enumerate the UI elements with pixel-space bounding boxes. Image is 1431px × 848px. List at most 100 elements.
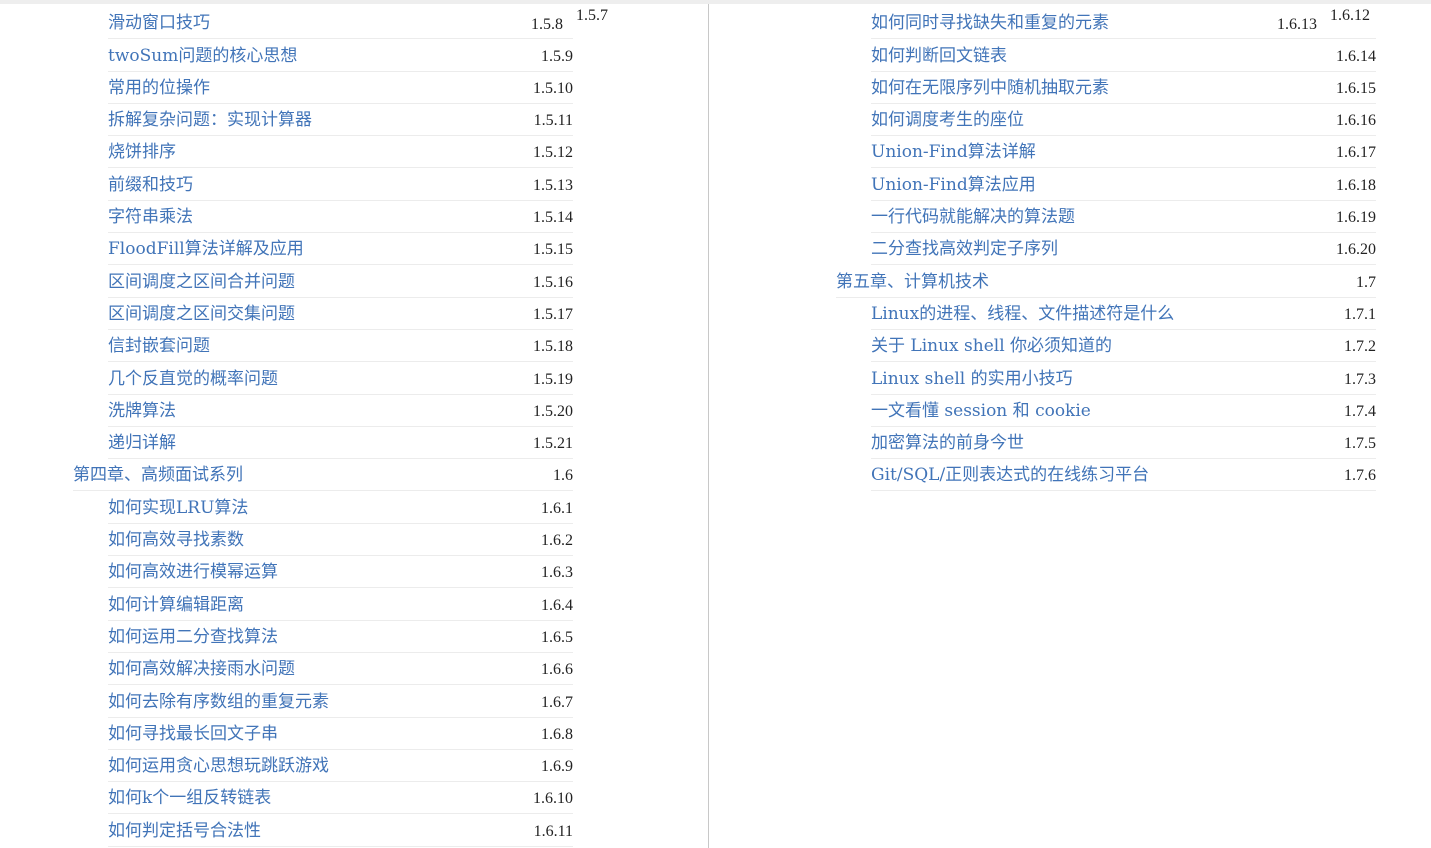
toc-link[interactable]: 如何高效寻找素数: [108, 525, 244, 550]
toc-link[interactable]: Union-Find算法详解: [871, 137, 1036, 162]
toc-row[interactable]: Linux的进程、线程、文件描述符是什么 1.7.1: [871, 298, 1376, 330]
toc-row[interactable]: 如何寻找最长回文子串 1.6.8: [108, 718, 573, 750]
toc-row[interactable]: 几个反直觉的概率问题 1.5.19: [108, 363, 573, 395]
toc-link[interactable]: Linux shell 的实用小技巧: [871, 364, 1073, 389]
toc-link[interactable]: 前缀和技巧: [108, 170, 193, 195]
toc-link[interactable]: 如何在无限序列中随机抽取元素: [871, 73, 1109, 98]
toc-link[interactable]: 如何运用二分查找算法: [108, 622, 278, 647]
toc-link[interactable]: 区间调度之区间合并问题: [108, 267, 295, 292]
toc-link[interactable]: 如何判断回文链表: [871, 41, 1007, 66]
toc-link[interactable]: 如何高效解决接雨水问题: [108, 654, 295, 679]
toc-row[interactable]: 常用的位操作 1.5.10: [108, 72, 573, 104]
toc-link[interactable]: 如何实现LRU算法: [108, 493, 248, 518]
toc-link[interactable]: Git/SQL/正则表达式的在线练习平台: [871, 460, 1149, 485]
toc-row[interactable]: 二分查找高效判定子序列 1.6.20: [871, 233, 1376, 266]
toc-row[interactable]: 如何高效寻找素数 1.6.2: [108, 524, 573, 556]
toc-page-number: 1.6.18: [1336, 176, 1376, 194]
column-divider: [708, 4, 709, 848]
toc-link[interactable]: 滑动窗口技巧: [108, 8, 210, 33]
toc-chapter-row[interactable]: 第四章、高频面试系列 1.6: [73, 459, 573, 492]
toc-link[interactable]: twoSum问题的核心思想: [108, 41, 297, 66]
row-separator: [108, 845, 573, 847]
toc-link[interactable]: FloodFill算法详解及应用: [108, 234, 304, 259]
toc-row[interactable]: 递归详解 1.5.21: [108, 427, 573, 460]
toc-link[interactable]: 如何k个一组反转链表: [108, 783, 271, 808]
toc-link[interactable]: 如何同时寻找缺失和重复的元素: [871, 8, 1109, 33]
toc-row[interactable]: 区间调度之区间交集问题 1.5.17: [108, 298, 573, 330]
toc-link[interactable]: 一行代码就能解决的算法题: [871, 202, 1075, 227]
toc-link[interactable]: 常用的位操作: [108, 73, 210, 98]
toc-row[interactable]: FloodFill算法详解及应用 1.5.15: [108, 233, 573, 266]
toc-row[interactable]: 信封嵌套问题 1.5.18: [108, 330, 573, 363]
toc-page-number: 1.6: [553, 467, 573, 485]
toc-page-number: 1.6.15: [1336, 79, 1376, 97]
toc-row[interactable]: 如何运用贪心思想玩跳跃游戏 1.6.9: [108, 750, 573, 783]
toc-link[interactable]: 一文看懂 session 和 cookie: [871, 396, 1091, 421]
toc-page-number: 1.6.10: [533, 790, 573, 808]
toc-link[interactable]: 烧饼排序: [108, 137, 176, 162]
toc-row[interactable]: 如何判定括号合法性 1.6.11: [108, 815, 573, 847]
toc-row[interactable]: 如何去除有序数组的重复元素 1.6.7: [108, 686, 573, 718]
toc-link[interactable]: 如何寻找最长回文子串: [108, 719, 278, 744]
top-border: [0, 0, 1431, 4]
toc-link[interactable]: 信封嵌套问题: [108, 331, 210, 356]
toc-row[interactable]: Linux shell 的实用小技巧 1.7.3: [871, 363, 1376, 395]
toc-link[interactable]: Union-Find算法应用: [871, 170, 1036, 195]
toc-row[interactable]: Git/SQL/正则表达式的在线练习平台 1.7.6: [871, 459, 1376, 492]
toc-page-number: 1.5.12: [533, 144, 573, 162]
toc-page-number: 1.6.16: [1336, 112, 1376, 130]
toc-row[interactable]: 加密算法的前身今世 1.7.5: [871, 427, 1376, 460]
toc-chapter-link[interactable]: 第五章、计算机技术: [836, 267, 989, 292]
toc-link[interactable]: 如何运用贪心思想玩跳跃游戏: [108, 751, 329, 776]
toc-row[interactable]: 前缀和技巧 1.5.13: [108, 169, 573, 201]
toc-page-number: 1.6.4: [541, 596, 573, 614]
toc-row[interactable]: 一文看懂 session 和 cookie 1.7.4: [871, 395, 1376, 427]
toc-row[interactable]: 如何运用二分查找算法 1.6.5: [108, 621, 573, 653]
toc-row[interactable]: 如何k个一组反转链表 1.6.10: [108, 782, 573, 815]
toc-row[interactable]: 如何计算编辑距离 1.6.4: [108, 589, 573, 621]
toc-page-number: 1.5.7: [576, 7, 608, 24]
row-separator: [871, 490, 1376, 492]
toc-link[interactable]: 几个反直觉的概率问题: [108, 364, 278, 389]
toc-row[interactable]: Union-Find算法应用 1.6.18: [871, 169, 1376, 201]
toc-link[interactable]: 字符串乘法: [108, 202, 193, 227]
toc-chapter-row[interactable]: 第五章、计算机技术 1.7: [836, 266, 1376, 298]
toc-row[interactable]: twoSum问题的核心思想 1.5.9: [108, 40, 573, 72]
toc-link[interactable]: 关于 Linux shell 你必须知道的: [871, 331, 1112, 356]
toc-link[interactable]: 如何判定括号合法性: [108, 816, 261, 841]
toc-row[interactable]: 烧饼排序 1.5.12: [108, 136, 573, 169]
toc-row[interactable]: 如何调度考生的座位 1.6.16: [871, 104, 1376, 137]
toc-row[interactable]: 区间调度之区间合并问题 1.5.16: [108, 266, 573, 298]
toc-page-number: 1.6.11: [533, 822, 573, 840]
toc-row[interactable]: 字符串乘法 1.5.14: [108, 201, 573, 233]
toc-link[interactable]: 二分查找高效判定子序列: [871, 234, 1058, 259]
toc-link[interactable]: Linux的进程、线程、文件描述符是什么: [871, 299, 1174, 324]
toc-link[interactable]: 洗牌算法: [108, 396, 176, 421]
toc-row[interactable]: 如何在无限序列中随机抽取元素 1.6.15: [871, 72, 1376, 104]
toc-row[interactable]: 关于 Linux shell 你必须知道的 1.7.2: [871, 330, 1376, 363]
toc-page-number: 1.5.10: [533, 79, 573, 97]
toc-link[interactable]: 递归详解: [108, 428, 176, 453]
toc-page-number: 1.5.16: [533, 273, 573, 291]
toc-row[interactable]: 一行代码就能解决的算法题 1.6.19: [871, 201, 1376, 233]
toc-row[interactable]: 洗牌算法 1.5.20: [108, 395, 573, 427]
toc-row[interactable]: 拆解复杂问题：实现计算器 1.5.11: [108, 104, 573, 137]
toc-link[interactable]: 拆解复杂问题：实现计算器: [108, 105, 312, 130]
toc-link[interactable]: 如何高效进行模幂运算: [108, 557, 278, 582]
toc-link[interactable]: 区间调度之区间交集问题: [108, 299, 295, 324]
toc-row[interactable]: 如何同时寻找缺失和重复的元素 1.6.13 1.6.12: [871, 7, 1376, 39]
toc-row[interactable]: 如何高效解决接雨水问题 1.6.6: [108, 653, 573, 686]
toc-row[interactable]: 如何判断回文链表 1.6.14: [871, 40, 1376, 72]
toc-row[interactable]: 如何高效进行模幂运算 1.6.3: [108, 556, 573, 589]
toc-page-number: 1.5.19: [533, 370, 573, 388]
toc-link[interactable]: 加密算法的前身今世: [871, 428, 1024, 453]
toc-link[interactable]: 如何调度考生的座位: [871, 105, 1024, 130]
toc-chapter-link[interactable]: 第四章、高频面试系列: [73, 460, 243, 485]
toc-row[interactable]: 滑动窗口技巧 1.5.8 1.5.7: [108, 7, 608, 39]
toc-page-number: 1.6.12: [1330, 7, 1370, 24]
toc-link[interactable]: 如何去除有序数组的重复元素: [108, 687, 329, 712]
toc-row[interactable]: Union-Find算法详解 1.6.17: [871, 136, 1376, 169]
toc-page-number: 1.6.9: [541, 758, 573, 776]
toc-row[interactable]: 如何实现LRU算法 1.6.1: [108, 492, 573, 524]
toc-link[interactable]: 如何计算编辑距离: [108, 590, 244, 615]
